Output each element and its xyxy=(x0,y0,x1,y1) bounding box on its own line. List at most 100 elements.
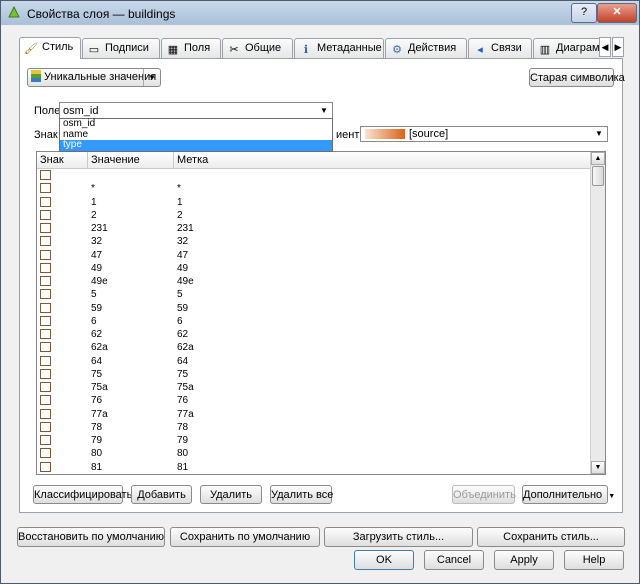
scroll-thumb[interactable] xyxy=(592,166,604,186)
table-row[interactable]: 47 47 xyxy=(37,249,592,262)
table-row[interactable] xyxy=(37,169,592,182)
more-button-label: Дополнительно xyxy=(523,489,603,501)
label-cell: 5 xyxy=(177,289,183,301)
value-cell: 76 xyxy=(91,395,103,407)
value-cell: 78 xyxy=(91,421,103,433)
more-button[interactable]: Дополнительно ▼ xyxy=(522,485,615,504)
symbol-swatch[interactable] xyxy=(40,448,51,459)
table-row[interactable]: 75a 75a xyxy=(37,381,592,394)
symbol-swatch[interactable] xyxy=(40,435,51,445)
field-option-selected[interactable]: type xyxy=(60,139,332,151)
symbol-swatch[interactable] xyxy=(40,289,51,300)
symbol-swatch[interactable] xyxy=(40,223,51,233)
scroll-up-icon[interactable]: ▲ xyxy=(591,152,605,165)
symbol-swatch[interactable] xyxy=(40,276,51,286)
table-row[interactable]: 49 49 xyxy=(37,262,592,275)
apply-button[interactable]: Apply xyxy=(494,550,554,570)
tab-style[interactable]: 🖌 Стиль xyxy=(19,37,81,59)
symbol-swatch[interactable] xyxy=(40,315,51,326)
window-title: Свойства слоя — buildings xyxy=(27,7,176,21)
merge-button[interactable]: Объединить xyxy=(452,485,516,504)
table-scrollbar[interactable]: ▲ ▼ xyxy=(590,152,605,474)
add-button[interactable]: Добавить xyxy=(131,485,192,504)
table-row[interactable]: 59 59 xyxy=(37,302,592,315)
tab-labels[interactable]: ▭ Подписи xyxy=(82,38,160,58)
delete-all-button[interactable]: Удалить все xyxy=(270,485,333,504)
tab-diagrams[interactable]: ▥ Диаграм xyxy=(533,38,599,58)
table-row[interactable]: 55 xyxy=(37,288,592,301)
title-bar[interactable]: Свойства слоя — buildings ? ✕ xyxy=(1,1,639,25)
symbol-swatch[interactable] xyxy=(40,170,51,180)
table-row[interactable]: 77a 77a xyxy=(37,408,592,421)
table-row[interactable]: 62 62 xyxy=(37,328,592,341)
table-row[interactable] xyxy=(37,474,592,475)
symbol-swatch[interactable] xyxy=(40,461,51,472)
symbol-swatch[interactable] xyxy=(40,209,51,220)
field-select[interactable]: osm_id ▼ xyxy=(59,102,333,119)
symbol-swatch[interactable] xyxy=(40,382,51,392)
value-cell: 62a xyxy=(91,342,108,354)
save-style-button[interactable]: Сохранить стиль... xyxy=(477,527,625,547)
restore-default-button[interactable]: Восстановить по умолчанию xyxy=(17,527,165,547)
tab-general[interactable]: ✂ Общие xyxy=(222,38,293,58)
table-row[interactable]: 75 75 xyxy=(37,368,592,381)
symbol-swatch[interactable] xyxy=(40,355,51,366)
symbol-swatch[interactable] xyxy=(40,421,51,432)
title-help-button[interactable]: ? xyxy=(571,3,597,23)
symbol-swatch[interactable] xyxy=(40,342,51,353)
symbol-swatch[interactable] xyxy=(40,183,51,194)
symbol-swatch[interactable] xyxy=(40,329,51,339)
tab-metadata[interactable]: ℹ Метаданные xyxy=(294,38,384,58)
symbol-swatch[interactable] xyxy=(40,408,51,419)
color-ramp-select[interactable]: [source] ▼ xyxy=(360,126,608,142)
tab-scroll-right-button[interactable]: ▶ xyxy=(612,37,624,57)
delete-button[interactable]: Удалить xyxy=(200,485,262,504)
symbol-swatch[interactable] xyxy=(40,196,51,207)
table-row[interactable]: * * xyxy=(37,182,592,195)
renderer-select[interactable]: Уникальные значения ▼ xyxy=(27,68,161,87)
save-default-button[interactable]: Сохранить по умолчанию xyxy=(170,527,320,547)
column-header-label[interactable]: Метка xyxy=(174,152,592,168)
symbol-swatch[interactable] xyxy=(40,236,51,247)
table-row[interactable]: 49e 49e xyxy=(37,275,592,288)
table-icon: ▦ xyxy=(167,44,179,56)
symbol-swatch[interactable] xyxy=(40,262,51,273)
old-symbology-button[interactable]: Старая символика xyxy=(529,68,625,87)
cancel-button[interactable]: Cancel xyxy=(424,550,484,570)
table-row[interactable]: 62a 62a xyxy=(37,341,592,354)
join-icon: ◂ xyxy=(477,44,483,56)
tab-scroll-left-button[interactable]: ◀ xyxy=(599,37,611,57)
column-header-symbol[interactable]: Знак xyxy=(37,152,88,168)
table-row[interactable]: 81 81 xyxy=(37,461,592,474)
table-row[interactable]: 78 78 xyxy=(37,421,592,434)
column-header-value[interactable]: Значение xyxy=(88,152,174,168)
table-row[interactable]: 231 231 xyxy=(37,222,592,235)
tab-label: Общие xyxy=(245,42,282,54)
tab-actions[interactable]: ⚙ Действия xyxy=(385,38,467,58)
field-option[interactable]: name xyxy=(60,129,332,141)
tab-fields[interactable]: ▦ Поля xyxy=(161,38,221,58)
label-cell: 59 xyxy=(177,302,189,314)
ok-button[interactable]: OK xyxy=(354,550,414,570)
categories-table[interactable]: Знак Значение Метка * * 1 1 2 2 231 231 32 32 47 47… xyxy=(36,151,606,475)
table-row[interactable]: 64 64 xyxy=(37,355,592,368)
table-row[interactable]: 79 79 xyxy=(37,434,592,447)
table-row[interactable]: 76 76 xyxy=(37,394,592,407)
table-row[interactable]: 80 80 xyxy=(37,447,592,460)
classify-button[interactable]: Классифицировать xyxy=(33,485,132,504)
help-button[interactable]: Help xyxy=(564,550,624,570)
field-option[interactable]: osm_id xyxy=(60,118,332,130)
load-style-button[interactable]: Загрузить стиль... xyxy=(324,527,473,547)
tab-joins[interactable]: ◂ Связи xyxy=(468,38,532,58)
title-close-button[interactable]: ✕ xyxy=(597,3,637,23)
symbol-swatch[interactable] xyxy=(40,395,51,406)
scroll-down-icon[interactable]: ▼ xyxy=(591,461,605,474)
table-row[interactable]: 22 xyxy=(37,209,592,222)
symbol-swatch[interactable] xyxy=(40,302,51,313)
symbol-swatch[interactable] xyxy=(40,249,51,260)
table-row[interactable]: 66 xyxy=(37,315,592,328)
symbol-swatch[interactable] xyxy=(40,368,51,379)
table-row[interactable]: 32 32 xyxy=(37,235,592,248)
table-row[interactable]: 11 xyxy=(37,196,592,209)
label-cell: 32 xyxy=(177,236,189,248)
